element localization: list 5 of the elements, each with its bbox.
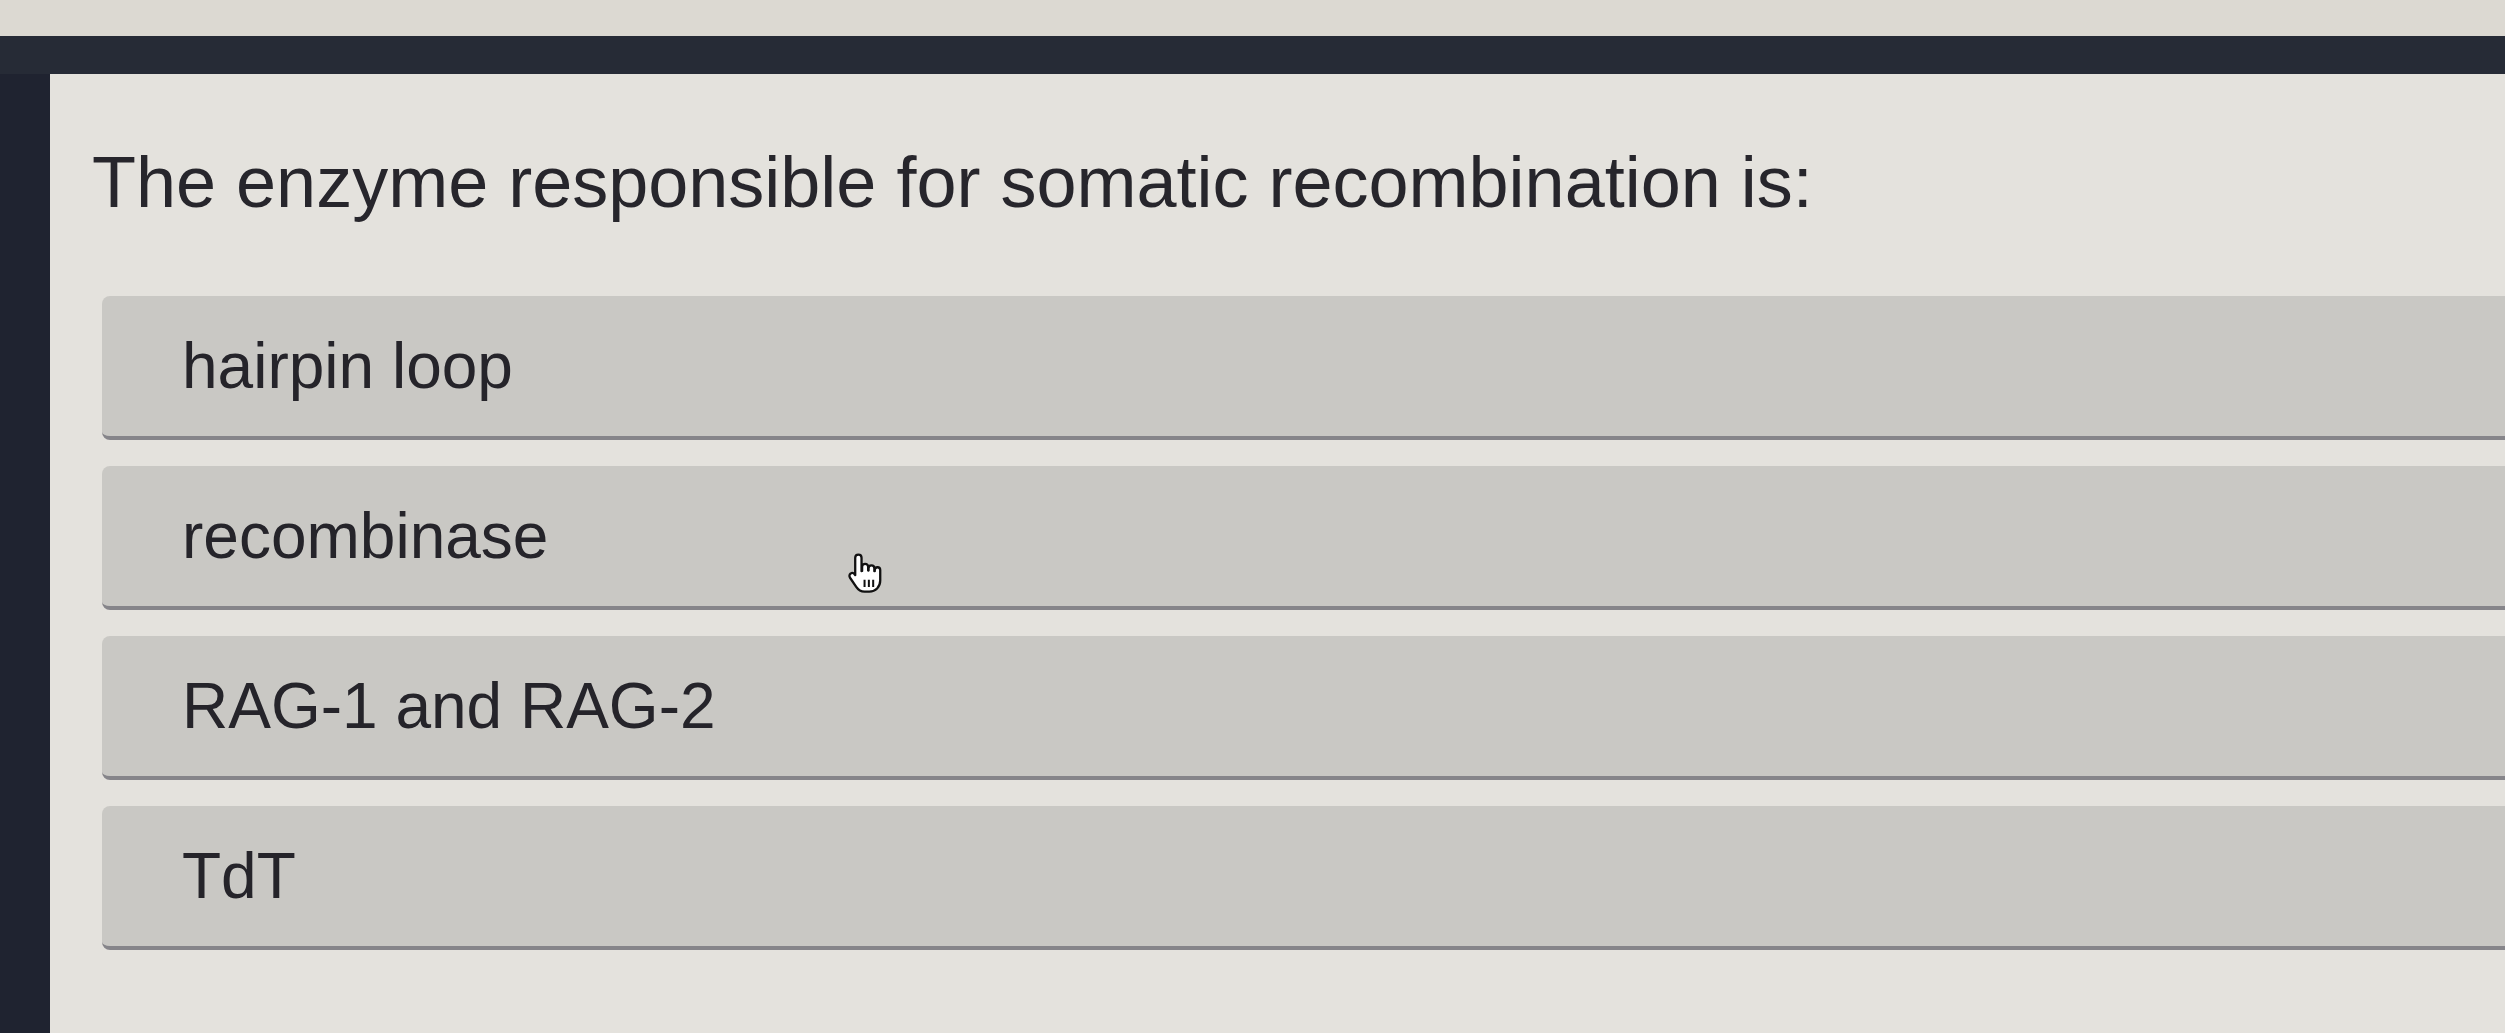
answer-option[interactable]: RAG-1 and RAG-2 <box>102 636 2505 780</box>
question-text: The enzyme responsible for somatic recombination is: <box>92 141 1814 224</box>
answer-option[interactable]: recombinase <box>102 466 2505 610</box>
answer-option[interactable]: hairpin loop <box>102 296 2505 440</box>
answer-option[interactable]: TdT <box>102 806 2505 950</box>
